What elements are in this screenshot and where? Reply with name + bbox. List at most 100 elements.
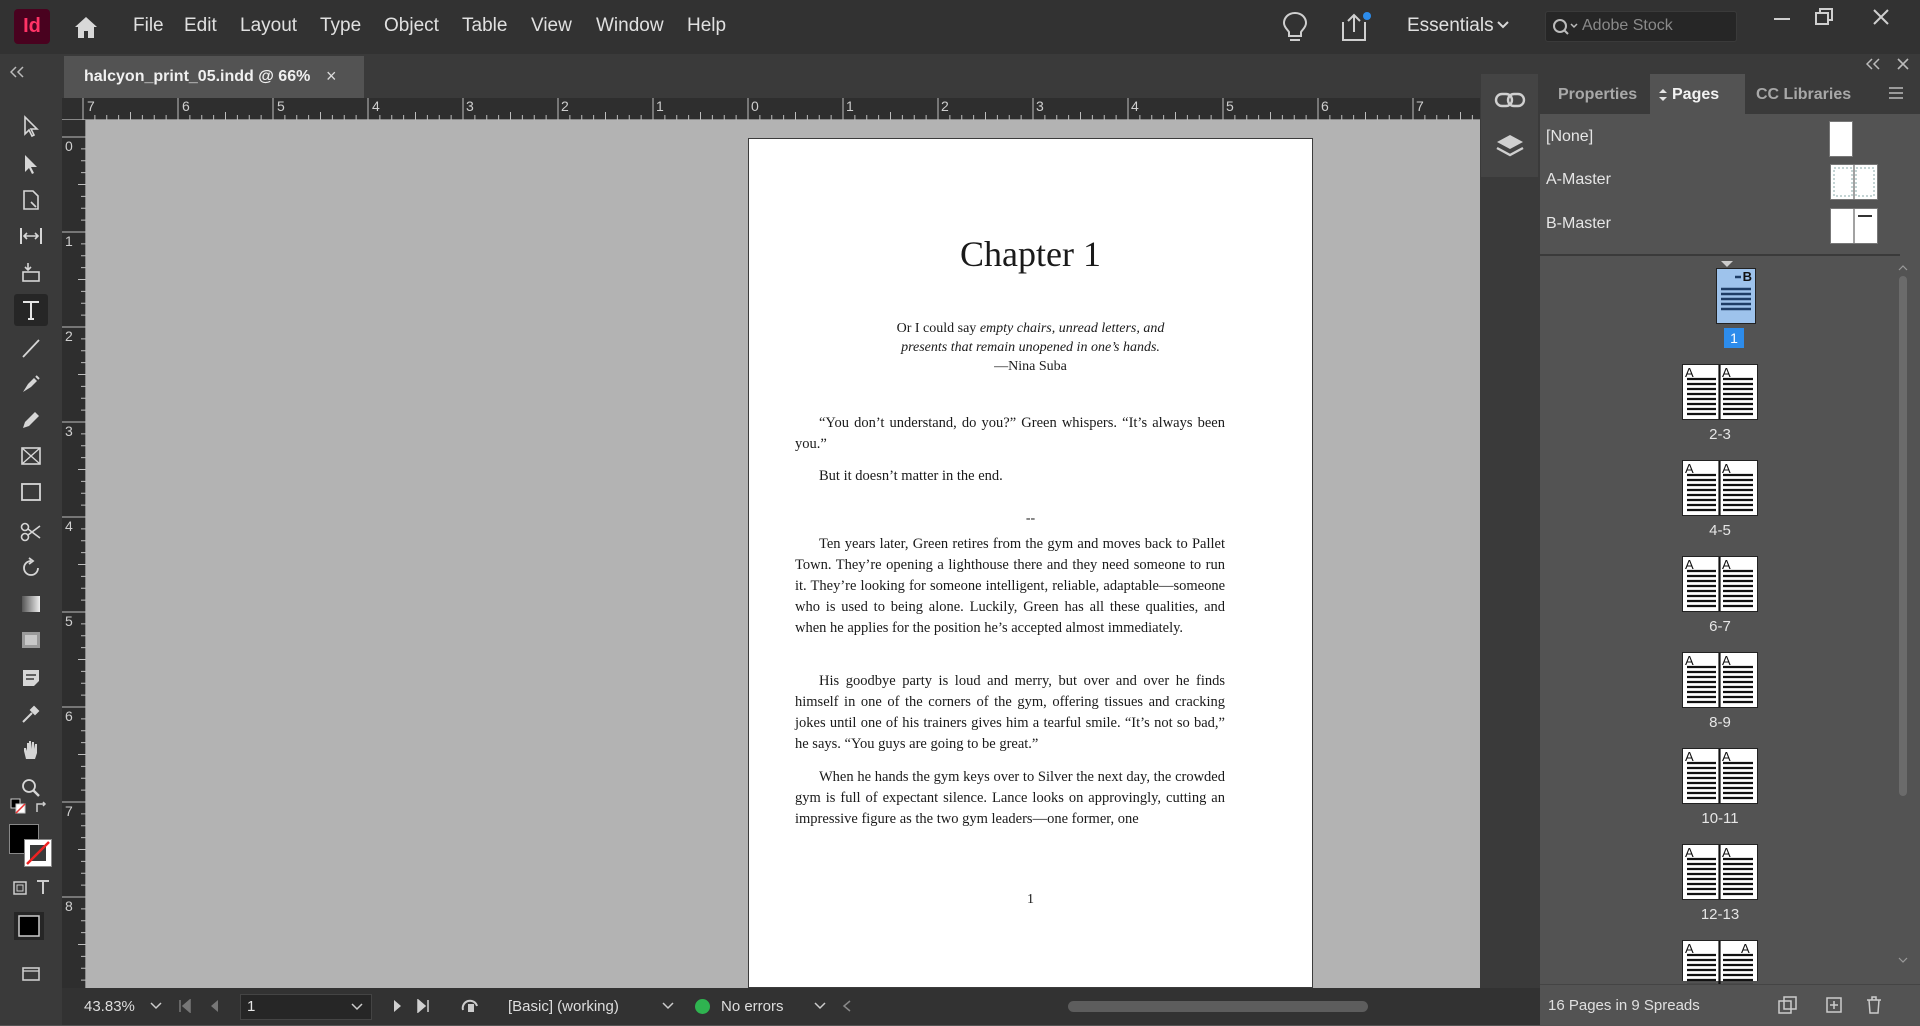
page-folio[interactable]: 1 bbox=[749, 892, 1312, 908]
delete-page-icon[interactable] bbox=[1864, 995, 1884, 1015]
menu-file[interactable]: File bbox=[133, 15, 164, 37]
spread-6-7-label[interactable]: 6-7 bbox=[1680, 618, 1760, 635]
pen-tool-icon[interactable] bbox=[14, 368, 48, 400]
adobe-stock-search[interactable]: Adobe Stock bbox=[1545, 11, 1737, 42]
screen-mode-icon[interactable] bbox=[20, 960, 44, 984]
pages-scrollbar[interactable] bbox=[1897, 264, 1909, 964]
master-b[interactable]: B-Master bbox=[1540, 203, 1900, 245]
zoom-chevron-icon[interactable] bbox=[150, 1002, 162, 1010]
menu-window[interactable]: Window bbox=[596, 15, 664, 37]
page-1-thumbnail[interactable]: B bbox=[1716, 268, 1756, 324]
lightbulb-icon[interactable] bbox=[1280, 10, 1310, 44]
edit-page-size-icon[interactable] bbox=[1776, 995, 1800, 1015]
menu-help[interactable]: Help bbox=[687, 15, 726, 37]
body-paragraph-5[interactable]: When he hands the gym keys over to Silve… bbox=[795, 767, 1225, 830]
horizontal-ruler[interactable]: 7 6 5 4 3 2 1 0 1 2 3 4 5 6 7 bbox=[62, 98, 1480, 120]
vertical-ruler[interactable]: 0 1 2 3 4 5 6 7 8 bbox=[62, 120, 86, 988]
epigraph-attribution[interactable]: —Nina Suba bbox=[749, 357, 1312, 376]
menu-object[interactable]: Object bbox=[384, 15, 439, 37]
stroke-swatch[interactable] bbox=[24, 839, 52, 867]
layers-icon[interactable] bbox=[1494, 132, 1526, 162]
menu-table[interactable]: Table bbox=[462, 15, 507, 37]
spread-2-3-label[interactable]: 2-3 bbox=[1680, 426, 1760, 443]
style-chevron-icon[interactable] bbox=[662, 1002, 674, 1010]
spread-12-13-thumbnail[interactable]: AA bbox=[1682, 844, 1758, 900]
panel-menu-icon[interactable] bbox=[1888, 86, 1904, 100]
apply-color-button[interactable] bbox=[14, 912, 44, 940]
open-document-page-icon[interactable] bbox=[460, 996, 484, 1016]
preflight-status[interactable]: No errors bbox=[721, 998, 784, 1015]
collapse-panel-icon[interactable] bbox=[1866, 58, 1882, 70]
next-page-icon[interactable] bbox=[392, 999, 404, 1013]
direct-selection-tool-icon[interactable] bbox=[14, 148, 48, 180]
type-tool-icon[interactable] bbox=[14, 294, 48, 326]
spread-4-5-label[interactable]: 4-5 bbox=[1680, 522, 1760, 539]
formatting-container-icon[interactable] bbox=[12, 880, 28, 896]
horizontal-scrollbar-thumb[interactable] bbox=[1068, 1001, 1368, 1012]
menu-edit[interactable]: Edit bbox=[184, 15, 217, 37]
close-tab-icon[interactable]: × bbox=[326, 66, 337, 87]
gradient-tool-icon[interactable] bbox=[14, 588, 48, 620]
epigraph-line-1[interactable]: Or I could say empty chairs, unread lett… bbox=[749, 319, 1312, 338]
document-tab[interactable]: halcyon_print_05.indd @ 66% × bbox=[64, 56, 364, 98]
scissors-tool-icon[interactable] bbox=[14, 516, 48, 548]
rectangle-tool-icon[interactable] bbox=[14, 476, 48, 508]
gradient-feather-tool-icon[interactable] bbox=[14, 624, 48, 656]
body-paragraph-2[interactable]: But it doesn’t matter in the end. bbox=[795, 466, 1225, 487]
paragraph-style-status[interactable]: [Basic] (working) bbox=[508, 998, 619, 1015]
spread-6-7-thumbnail[interactable]: AA bbox=[1682, 556, 1758, 612]
workspace-switcher[interactable]: Essentials bbox=[1407, 15, 1494, 37]
rectangle-frame-tool-icon[interactable] bbox=[14, 440, 48, 472]
eyedropper-tool-icon[interactable] bbox=[14, 698, 48, 730]
previous-page-icon[interactable] bbox=[208, 999, 220, 1013]
master-none[interactable]: [None] bbox=[1540, 116, 1900, 158]
spread-8-9-label[interactable]: 8-9 bbox=[1680, 714, 1760, 731]
note-tool-icon[interactable] bbox=[14, 662, 48, 694]
spread-14-15-thumbnail[interactable]: AA bbox=[1682, 940, 1758, 995]
close-panel-icon[interactable] bbox=[1896, 57, 1910, 71]
content-collector-tool-icon[interactable] bbox=[14, 256, 48, 288]
page-chevron-icon[interactable] bbox=[351, 1003, 363, 1011]
preflight-chevron-icon[interactable] bbox=[814, 1002, 826, 1010]
body-paragraph-4[interactable]: His goodbye party is loud and merry, but… bbox=[795, 671, 1225, 755]
page-number-field[interactable]: 1 bbox=[240, 994, 372, 1020]
share-icon[interactable] bbox=[1337, 10, 1373, 44]
links-icon[interactable] bbox=[1494, 88, 1526, 112]
pencil-tool-icon[interactable] bbox=[14, 404, 48, 436]
gap-tool-icon[interactable] bbox=[14, 220, 48, 252]
selection-tool-icon[interactable] bbox=[14, 110, 48, 142]
menu-layout[interactable]: Layout bbox=[240, 15, 297, 37]
epigraph-line-2[interactable]: presents that remain unopened in one’s h… bbox=[749, 338, 1312, 357]
home-icon[interactable] bbox=[71, 12, 101, 42]
section-separator[interactable]: -- bbox=[749, 511, 1312, 527]
swap-colors-icon[interactable] bbox=[34, 799, 50, 815]
page-1-label[interactable]: 1 bbox=[1724, 328, 1744, 348]
close-window-icon[interactable] bbox=[1869, 5, 1893, 29]
last-page-icon[interactable] bbox=[416, 999, 430, 1013]
spread-12-13-label[interactable]: 12-13 bbox=[1680, 906, 1760, 923]
hand-tool-icon[interactable] bbox=[14, 734, 48, 766]
new-page-icon[interactable] bbox=[1824, 995, 1844, 1015]
tab-pages[interactable]: Pages bbox=[1650, 74, 1745, 114]
rotate-tool-icon[interactable] bbox=[14, 552, 48, 584]
minimize-icon[interactable] bbox=[1770, 5, 1794, 29]
tab-cc-libraries[interactable]: CC Libraries bbox=[1756, 86, 1851, 104]
scroll-left-icon[interactable] bbox=[842, 1000, 852, 1012]
zoom-level[interactable]: 43.83% bbox=[84, 998, 135, 1015]
chevron-down-icon[interactable] bbox=[1496, 20, 1510, 30]
default-colors-icon[interactable] bbox=[10, 798, 26, 814]
first-page-icon[interactable] bbox=[178, 999, 192, 1013]
formatting-text-icon[interactable] bbox=[34, 878, 52, 896]
collapse-toolbox-icon[interactable] bbox=[10, 66, 28, 78]
page-tool-icon[interactable] bbox=[14, 184, 48, 216]
spread-4-5-thumbnail[interactable]: AA bbox=[1682, 460, 1758, 516]
line-tool-icon[interactable] bbox=[14, 332, 48, 364]
restore-icon[interactable] bbox=[1812, 5, 1836, 29]
body-paragraph-3[interactable]: Ten years later, Green retires from the … bbox=[795, 534, 1225, 639]
spread-8-9-thumbnail[interactable]: AA bbox=[1682, 652, 1758, 708]
tab-properties[interactable]: Properties bbox=[1558, 86, 1637, 104]
pasteboard[interactable]: Chapter 1 Or I could say empty chairs, u… bbox=[86, 120, 1480, 988]
spread-2-3-thumbnail[interactable]: AA bbox=[1682, 364, 1758, 420]
menu-view[interactable]: View bbox=[531, 15, 572, 37]
body-paragraph-1[interactable]: “You don’t understand, do you?” Green wh… bbox=[795, 413, 1225, 455]
